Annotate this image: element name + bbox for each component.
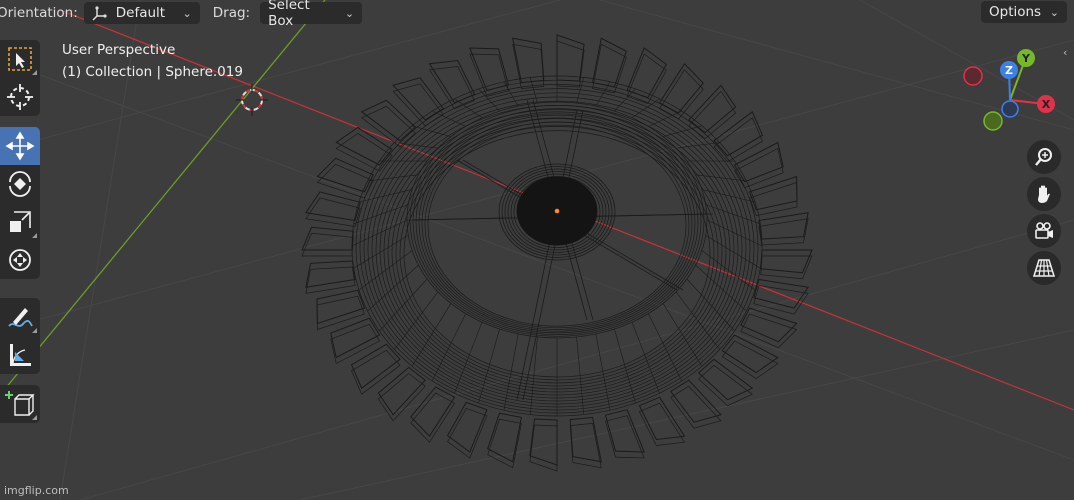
viewport-info: User Perspective (1) Collection | Sphere… (62, 39, 243, 83)
3d-cursor-icon (236, 84, 268, 116)
zoom-button[interactable] (1027, 140, 1061, 174)
gizmo-neg-x-handle[interactable] (963, 66, 983, 86)
drag-label: Drag: (212, 5, 251, 21)
watermark: imgflip.com (4, 484, 69, 497)
annotate-icon (8, 308, 33, 327)
wireframe-mesh[interactable] (301, 34, 813, 472)
scale-tool[interactable] (0, 203, 40, 241)
orientation-label: Orientation: (0, 5, 78, 21)
cursor-icon (7, 84, 33, 110)
drag-dropdown[interactable]: Select Box ⌄ (260, 0, 363, 29)
gizmo-z-handle[interactable]: Z (1000, 61, 1018, 79)
select-box-tool[interactable] (0, 40, 40, 78)
rotate-icon (9, 171, 31, 197)
options-dropdown[interactable]: Options ⌄ (981, 1, 1067, 23)
chevron-down-icon: ⌄ (182, 6, 192, 20)
add-cube-icon (5, 391, 35, 416)
transform-tool[interactable] (0, 241, 40, 279)
add-cube-tool[interactable] (0, 385, 40, 423)
measure-tool[interactable] (0, 336, 40, 374)
camera-view-button[interactable] (1027, 214, 1061, 248)
drag-value: Select Box (268, 0, 310, 29)
zoom-icon (1035, 148, 1052, 166)
perspective-toggle-button[interactable] (1027, 251, 1061, 285)
viewport-header: Orientation: Default ⌄ Drag: Select Box … (0, 0, 363, 29)
transform-icon (9, 249, 31, 271)
hand-pan-icon (1038, 185, 1050, 203)
gizmo-y-handle[interactable]: Y (1017, 49, 1035, 67)
gizmo-neg-y-handle[interactable] (983, 111, 1003, 131)
orientation-value: Default (115, 5, 166, 21)
navigation-gizmo[interactable]: X Y Z (955, 42, 1065, 137)
gizmo-y-label: Y (1021, 52, 1031, 65)
gizmo-x-label: X (1042, 98, 1051, 111)
object-origin-dot (554, 208, 560, 214)
measure-icon (10, 344, 31, 366)
annotate-tool[interactable] (0, 298, 40, 336)
orientation-axes-icon (92, 6, 107, 21)
move-icon (5, 131, 35, 161)
grid-perspective-icon (1033, 259, 1055, 277)
select-box-icon (8, 47, 32, 71)
chevron-down-icon: ⌄ (1049, 5, 1059, 19)
gizmo-z-label: Z (1005, 64, 1013, 77)
collection-info: (1) Collection | Sphere.019 (62, 64, 243, 80)
view-name: User Perspective (62, 42, 176, 58)
options-label: Options (989, 4, 1042, 20)
pan-button[interactable] (1027, 177, 1061, 211)
gizmo-x-handle[interactable]: X (1037, 95, 1055, 113)
orientation-dropdown[interactable]: Default ⌄ (83, 2, 200, 24)
scale-icon (10, 211, 31, 232)
camera-icon (1035, 222, 1053, 239)
rotate-tool[interactable] (0, 165, 40, 203)
move-tool[interactable] (0, 127, 40, 165)
gizmo-neg-z-handle[interactable] (1001, 100, 1019, 118)
chevron-down-icon: ⌄ (344, 6, 355, 20)
cursor-tool[interactable] (0, 78, 40, 116)
